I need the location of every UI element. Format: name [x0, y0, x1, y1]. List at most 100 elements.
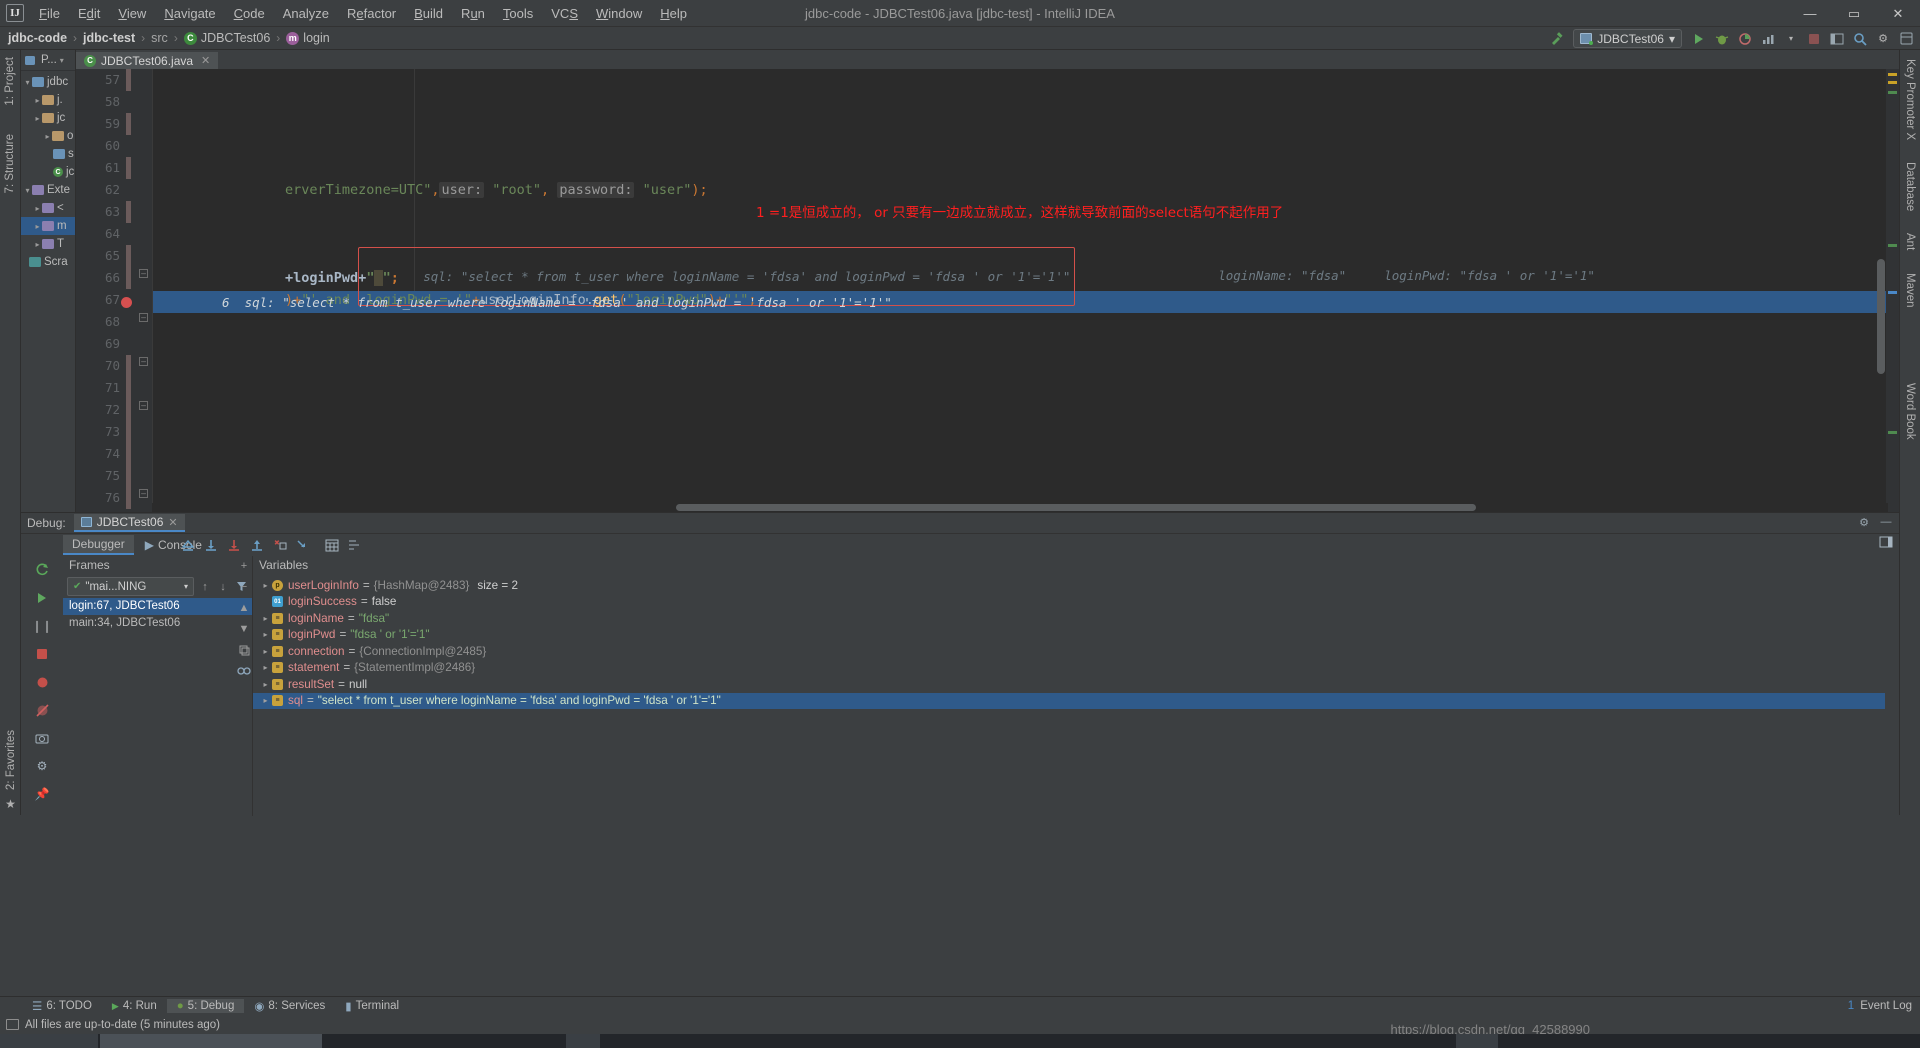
- step-into-button[interactable]: [227, 538, 241, 552]
- tree-item-lib-2[interactable]: ▸ m: [21, 217, 75, 235]
- editor-marker-column[interactable]: [1886, 69, 1899, 512]
- editor-code-area[interactable]: erverTimezone=UTC", user: "root", passwor…: [152, 69, 1899, 512]
- tool-window-terminal[interactable]: ▮ Terminal: [335, 998, 409, 1014]
- frame-up-icon[interactable]: ↑: [198, 580, 212, 594]
- code-fold-marker[interactable]: –: [139, 313, 148, 322]
- tool-window-todo[interactable]: ☰ 6: TODO: [22, 998, 102, 1014]
- code-fold-marker[interactable]: –: [139, 269, 148, 278]
- expand-arrow-icon[interactable]: ▸: [259, 647, 272, 656]
- menu-item-code[interactable]: Code: [225, 2, 274, 25]
- remove-watch-icon[interactable]: −: [237, 580, 251, 594]
- execution-marker[interactable]: [1888, 291, 1897, 294]
- breadcrumb-item-method[interactable]: login: [303, 31, 329, 45]
- variables-scrollbar-track[interactable]: [1886, 556, 1899, 816]
- run-to-cursor-button[interactable]: [296, 538, 310, 552]
- evaluate-expression-button[interactable]: [325, 538, 339, 552]
- variable-row-statement[interactable]: ▸ ≡ statement = {StatementImpl@2486}: [253, 660, 1885, 677]
- settings-gear-icon[interactable]: ⚙: [1873, 29, 1893, 48]
- breadcrumb-item-project[interactable]: jdbc-code: [8, 31, 67, 45]
- code-fold-marker[interactable]: –: [139, 357, 148, 366]
- settings-gear-icon[interactable]: ⚙: [31, 756, 53, 776]
- copy-value-icon[interactable]: [237, 643, 251, 657]
- move-up-icon[interactable]: ▲: [237, 601, 251, 615]
- variable-row-connection[interactable]: ▸ ≡ connection = {ConnectionImpl@2485}: [253, 643, 1885, 660]
- menu-item-run[interactable]: Run: [452, 2, 494, 25]
- expand-arrow-icon[interactable]: ▸: [259, 581, 272, 590]
- taskbar-item[interactable]: [100, 1034, 322, 1048]
- layout-settings-button[interactable]: [348, 538, 362, 552]
- show-execution-point-button[interactable]: [181, 538, 195, 552]
- tool-window-debug[interactable]: ● 5: Debug: [166, 999, 245, 1013]
- change-marker[interactable]: [1888, 244, 1897, 247]
- frame-down-icon[interactable]: ↓: [216, 580, 230, 594]
- code-fold-marker[interactable]: –: [139, 401, 148, 410]
- menu-item-refactor[interactable]: Refactor: [338, 2, 405, 25]
- tool-window-run[interactable]: ▶ 4: Run: [102, 999, 167, 1013]
- profile-button[interactable]: [1758, 29, 1778, 48]
- inline-debug-hint-loginname[interactable]: loginName: "fdsa": [1158, 247, 1346, 304]
- expand-arrow-icon[interactable]: ▸: [33, 204, 42, 213]
- thread-selector[interactable]: ✔ "mai...NING ▾: [67, 577, 194, 596]
- expand-arrow-icon[interactable]: ▸: [33, 96, 42, 105]
- move-down-icon[interactable]: ▼: [237, 622, 251, 636]
- breadcrumb-item-class[interactable]: JDBCTest06: [201, 31, 270, 45]
- project-structure-icon[interactable]: [1896, 29, 1916, 48]
- editor-horizontal-scrollbar[interactable]: [676, 504, 1476, 511]
- expand-arrow-icon[interactable]: ▾: [23, 78, 32, 87]
- sidebar-item-project[interactable]: 1: Project: [4, 54, 16, 109]
- minimize-icon[interactable]: —: [1879, 515, 1893, 529]
- build-hammer-icon[interactable]: [1546, 29, 1566, 48]
- taskbar-item[interactable]: [566, 1034, 600, 1048]
- variable-row-loginpwd[interactable]: ▸ ≡ loginPwd = "fdsa ' or '1'='1": [253, 627, 1885, 644]
- menu-item-navigate[interactable]: Navigate: [155, 2, 224, 25]
- camera-icon[interactable]: [31, 728, 53, 748]
- expand-arrow-icon[interactable]: ▾: [23, 186, 32, 195]
- tree-item-jdbc[interactable]: ▾ jdbc: [21, 73, 75, 91]
- frame-item-main[interactable]: main:34, JDBCTest06: [63, 615, 252, 632]
- gear-icon[interactable]: ⚙: [1857, 515, 1871, 529]
- tree-item-scratches[interactable]: Scra: [21, 253, 75, 271]
- variable-row-sql[interactable]: ▸ ≡ sql = "select * from t_user where lo…: [253, 692, 1885, 709]
- variable-row-resultset[interactable]: ▸ ≡ resultSet = null: [253, 676, 1885, 693]
- menu-item-build[interactable]: Build: [405, 2, 452, 25]
- editor-vertical-scrollbar[interactable]: [1877, 259, 1885, 374]
- variable-row-loginsuccess[interactable]: 01 loginSuccess = false: [253, 594, 1885, 611]
- step-over-button[interactable]: [204, 538, 218, 552]
- pause-program-button[interactable]: ❙❙: [31, 616, 53, 636]
- menu-item-tools[interactable]: Tools: [494, 2, 542, 25]
- step-out-button[interactable]: [250, 538, 264, 552]
- tree-item-src[interactable]: s: [21, 145, 75, 163]
- resume-program-button[interactable]: [31, 588, 53, 608]
- run-configuration-selector[interactable]: JDBCTest06 ▾: [1573, 29, 1682, 48]
- taskbar-item[interactable]: [0, 1034, 98, 1048]
- stop-button[interactable]: [31, 644, 53, 664]
- warning-marker[interactable]: [1888, 73, 1897, 76]
- tree-item-lib-3[interactable]: ▸ T: [21, 235, 75, 253]
- tree-item-folder-3[interactable]: ▸ o: [21, 127, 75, 145]
- expand-arrow-icon[interactable]: ▸: [33, 222, 42, 231]
- sidebar-item-maven[interactable]: Maven: [1904, 270, 1916, 311]
- mute-breakpoints-button[interactable]: [31, 700, 53, 720]
- expand-arrow-icon[interactable]: ▸: [33, 240, 42, 249]
- sidebar-item-structure[interactable]: 7: Structure: [4, 131, 16, 196]
- change-marker[interactable]: [1888, 91, 1897, 94]
- sidebar-item-database[interactable]: Database: [1904, 159, 1916, 214]
- chevron-down-icon[interactable]: ▾: [60, 56, 64, 65]
- breadcrumb-item-module[interactable]: jdbc-test: [83, 31, 135, 45]
- inline-debug-hint-loginpwd[interactable]: loginPwd: "fdsa ' or '1'='1": [1324, 247, 1595, 304]
- tab-debugger[interactable]: Debugger: [63, 535, 134, 555]
- layout-icon[interactable]: [1827, 29, 1847, 48]
- code-editor[interactable]: 57 58 59 60 61 62 63 64 65 66 67 68 69 7…: [76, 69, 1899, 512]
- menu-item-analyze[interactable]: Analyze: [274, 2, 338, 25]
- watches-icon[interactable]: [237, 664, 251, 678]
- debug-session-tab[interactable]: JDBCTest06 ✕: [73, 514, 185, 532]
- menu-item-view[interactable]: View: [109, 2, 155, 25]
- tree-item-folder-1[interactable]: ▸ j.: [21, 91, 75, 109]
- search-everywhere-icon[interactable]: [1850, 29, 1870, 48]
- expand-arrow-icon[interactable]: ▸: [259, 663, 272, 672]
- expand-arrow-icon[interactable]: ▸: [33, 114, 42, 123]
- close-icon[interactable]: ✕: [201, 54, 210, 67]
- menu-item-window[interactable]: Window: [587, 2, 651, 25]
- maximize-button[interactable]: ▭: [1832, 0, 1876, 27]
- expand-arrow-icon[interactable]: ▸: [43, 132, 52, 141]
